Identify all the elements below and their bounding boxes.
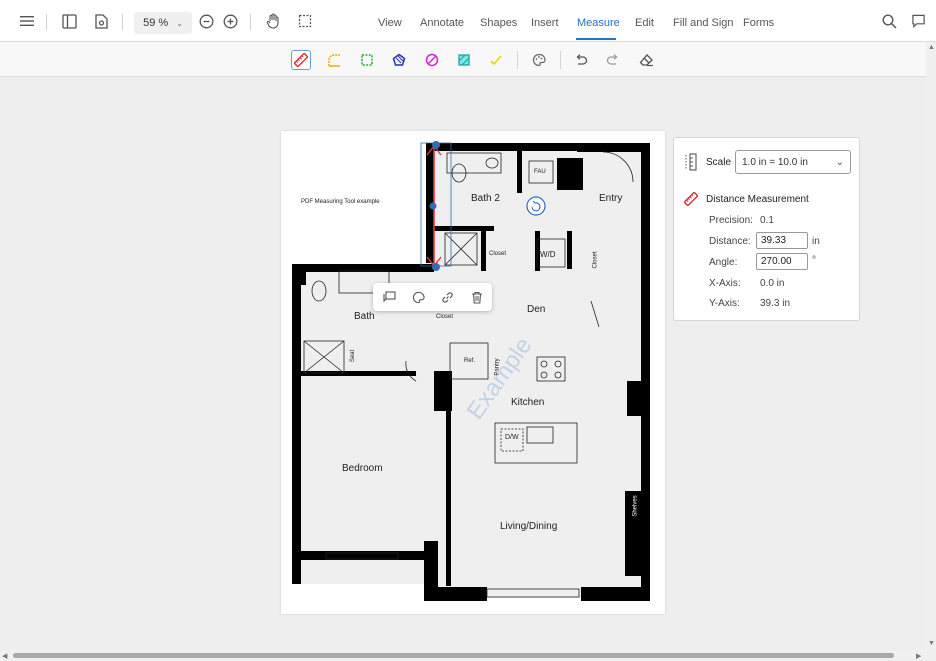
annotation-popup-toolbar — [373, 283, 492, 311]
search-icon[interactable] — [880, 12, 898, 30]
scroll-right-icon[interactable]: ▶ — [916, 652, 921, 660]
scale-icon — [684, 153, 698, 176]
style-palette-icon[interactable] — [411, 290, 425, 304]
tab-edit[interactable]: Edit — [635, 17, 654, 29]
eraser-icon[interactable] — [636, 50, 656, 70]
measurement-panel: Scale 1.0 in = 10.0 in ⌄ Distance Measur… — [673, 137, 860, 321]
y-axis-value: 39.3 in — [760, 298, 791, 309]
zoom-in-icon[interactable] — [221, 12, 239, 30]
distance-ruler-icon[interactable] — [291, 50, 311, 70]
precision-label: Precision: — [709, 215, 753, 226]
room-living-dining: Living/Dining — [500, 521, 558, 532]
label-dishwasher: D/W — [505, 434, 519, 441]
document-title: PDF Measuring Tool example — [301, 199, 380, 205]
x-axis-value: 0.0 in — [760, 278, 785, 289]
label-closet-2: Closet — [592, 251, 599, 269]
hatched-area-icon[interactable] — [454, 50, 474, 70]
distance-unit: in — [812, 236, 820, 247]
sidebar-toggle-icon[interactable] — [60, 12, 78, 30]
tab-insert[interactable]: Insert — [531, 17, 559, 29]
tab-forms[interactable]: Forms — [743, 17, 774, 29]
horizontal-scrollbar[interactable]: ◀ ▶ — [0, 650, 936, 661]
label-closet-1: Closet — [489, 251, 507, 257]
tab-measure[interactable]: Measure — [577, 17, 620, 29]
distance-input[interactable]: 39.33 — [756, 232, 808, 249]
tab-view[interactable]: View — [378, 17, 402, 29]
redo-icon[interactable] — [603, 50, 623, 70]
tab-fill-and-sign[interactable]: Fill and Sign — [673, 17, 734, 29]
document-settings-icon[interactable] — [92, 12, 110, 30]
measurement-title: Distance Measurement — [706, 194, 809, 205]
distance-ruler-icon — [683, 191, 699, 211]
link-icon[interactable] — [440, 290, 454, 304]
vertical-scrollbar[interactable]: ▲ ▼ — [926, 42, 936, 650]
angle-unit: ° — [812, 255, 816, 266]
room-entry: Entry — [599, 193, 623, 204]
scale-label: Scale — [706, 157, 732, 168]
room-den: Den — [527, 304, 546, 315]
label-washer-dryer: W/D — [540, 250, 556, 259]
active-tab-indicator — [576, 38, 616, 40]
perimeter-icon[interactable] — [324, 50, 344, 70]
angle-input[interactable]: 270.00 — [756, 253, 808, 270]
marquee-select-icon[interactable] — [296, 12, 314, 30]
style-palette-icon[interactable] — [529, 50, 549, 70]
measure-toolbar — [0, 42, 936, 77]
angle-value: 270.00 — [761, 256, 792, 267]
polygon-area-icon[interactable] — [389, 50, 409, 70]
distance-value: 39.33 — [761, 235, 787, 246]
label-shelves: Shelves — [632, 495, 639, 517]
check-mark-icon[interactable] — [486, 50, 506, 70]
scroll-down-icon[interactable]: ▼ — [928, 640, 935, 647]
label-pantry: Pantry — [494, 358, 501, 376]
y-axis-label: Y-Axis: — [709, 298, 740, 309]
precision-value: 0.1 — [760, 215, 774, 226]
menu-icon[interactable] — [18, 12, 36, 30]
top-toolbar: 59 % ⌄ View Annotate Shapes Insert Measu… — [0, 0, 936, 42]
tab-annotate[interactable]: Annotate — [420, 17, 464, 29]
undo-icon[interactable] — [571, 50, 591, 70]
zoom-value: 59 % — [143, 17, 169, 29]
document-page[interactable]: Example PDF Measuring Tool example Bath … — [281, 131, 665, 614]
room-bedroom: Bedroom — [342, 463, 383, 474]
scroll-left-icon[interactable]: ◀ — [2, 652, 7, 660]
label-refrigerator: Ref. — [464, 358, 476, 364]
room-bath: Bath — [354, 311, 375, 322]
room-kitchen: Kitchen — [511, 397, 545, 408]
scroll-up-icon[interactable]: ▲ — [928, 44, 935, 51]
scale-dropdown[interactable]: 1.0 in = 10.0 in ⌄ — [735, 150, 851, 174]
rectangle-area-icon[interactable] — [357, 50, 377, 70]
chevron-down-icon: ⌄ — [176, 18, 183, 28]
comments-icon[interactable] — [912, 12, 926, 30]
label-fau: FAU — [534, 169, 546, 175]
label-closet-3: Closet — [436, 314, 454, 320]
scale-value: 1.0 in = 10.0 in — [742, 156, 808, 168]
zoom-select[interactable]: 59 % ⌄ — [134, 12, 192, 34]
ellipse-area-icon[interactable] — [422, 50, 442, 70]
trash-icon[interactable] — [470, 290, 484, 304]
x-axis-label: X-Axis: — [709, 278, 741, 289]
pan-hand-icon[interactable] — [264, 12, 282, 30]
angle-label: Angle: — [709, 257, 738, 268]
comment-icon[interactable] — [382, 290, 396, 304]
horizontal-scroll-thumb[interactable] — [13, 653, 894, 658]
zoom-out-icon[interactable] — [197, 12, 215, 30]
distance-label: Distance: — [709, 236, 751, 247]
room-bath-2: Bath 2 — [471, 193, 500, 204]
chevron-down-icon: ⌄ — [835, 156, 844, 168]
label-seat: Seat — [350, 349, 357, 363]
tab-shapes[interactable]: Shapes — [480, 17, 517, 29]
